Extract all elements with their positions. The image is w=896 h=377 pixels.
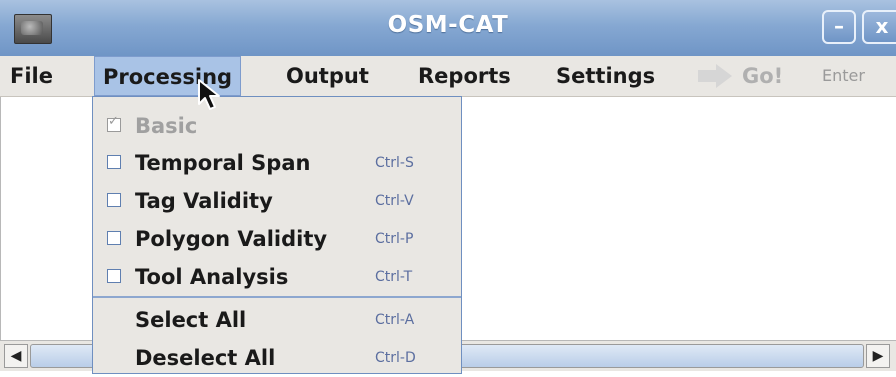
- menu-settings[interactable]: Settings: [548, 56, 663, 96]
- close-icon: x: [875, 14, 889, 38]
- window-title: OSM-CAT: [387, 12, 509, 38]
- menu-item-deselect-all[interactable]: Deselect All Ctrl-D: [93, 339, 461, 377]
- scroll-right-button[interactable]: ▶: [866, 344, 890, 368]
- minimize-icon: –: [834, 14, 844, 38]
- menu-item-label: Deselect All: [135, 346, 276, 370]
- menu-item-select-all[interactable]: Select All Ctrl-A: [93, 301, 461, 339]
- menu-item-label: Tool Analysis: [135, 265, 289, 289]
- title-bar: OSM-CAT – x: [0, 0, 896, 57]
- go-arrow-icon: [698, 64, 732, 88]
- menu-output[interactable]: Output: [278, 56, 377, 96]
- menu-item-label: Select All: [135, 308, 247, 332]
- checked-checkbox-icon: [107, 114, 121, 132]
- menu-item-label: Polygon Validity: [135, 227, 328, 251]
- go-button[interactable]: Go!: [742, 56, 783, 96]
- menu-item-temporal-span[interactable]: Temporal Span Ctrl-S: [93, 144, 461, 182]
- scroll-left-button[interactable]: ◀: [4, 344, 28, 368]
- menu-file[interactable]: File: [2, 56, 61, 96]
- minimize-button[interactable]: –: [822, 10, 856, 44]
- menu-item-shortcut: Ctrl-D: [375, 350, 416, 366]
- menu-item-label: Tag Validity: [135, 189, 273, 213]
- close-button[interactable]: x: [862, 10, 896, 44]
- menu-item-shortcut: Ctrl-A: [375, 312, 415, 328]
- menu-item-tag-validity[interactable]: Tag Validity Ctrl-V: [93, 182, 461, 220]
- processing-dropdown-menu: Basic Temporal Span Ctrl-S Tag Validity …: [92, 96, 462, 374]
- menu-item-shortcut: Ctrl-P: [375, 231, 414, 247]
- menu-item-polygon-validity[interactable]: Polygon Validity Ctrl-P: [93, 220, 461, 258]
- menu-reports[interactable]: Reports: [410, 56, 519, 96]
- menu-item-shortcut: Ctrl-V: [375, 193, 414, 209]
- checkbox-icon: [107, 193, 121, 207]
- checkbox-icon: [107, 155, 121, 169]
- checkbox-icon: [107, 231, 121, 245]
- menu-item-label: Basic: [135, 114, 198, 138]
- enter-label: Enter: [822, 66, 865, 85]
- menu-item-tool-analysis[interactable]: Tool Analysis Ctrl-T: [93, 258, 461, 296]
- menu-item-shortcut: Ctrl-T: [375, 269, 413, 285]
- mouse-pointer-icon: [198, 79, 220, 110]
- menu-item-shortcut: Ctrl-S: [375, 155, 414, 171]
- checkbox-icon: [107, 269, 121, 283]
- menu-item-label: Temporal Span: [135, 151, 311, 175]
- menu-separator: [93, 296, 461, 298]
- menu-item-basic: Basic: [93, 107, 461, 145]
